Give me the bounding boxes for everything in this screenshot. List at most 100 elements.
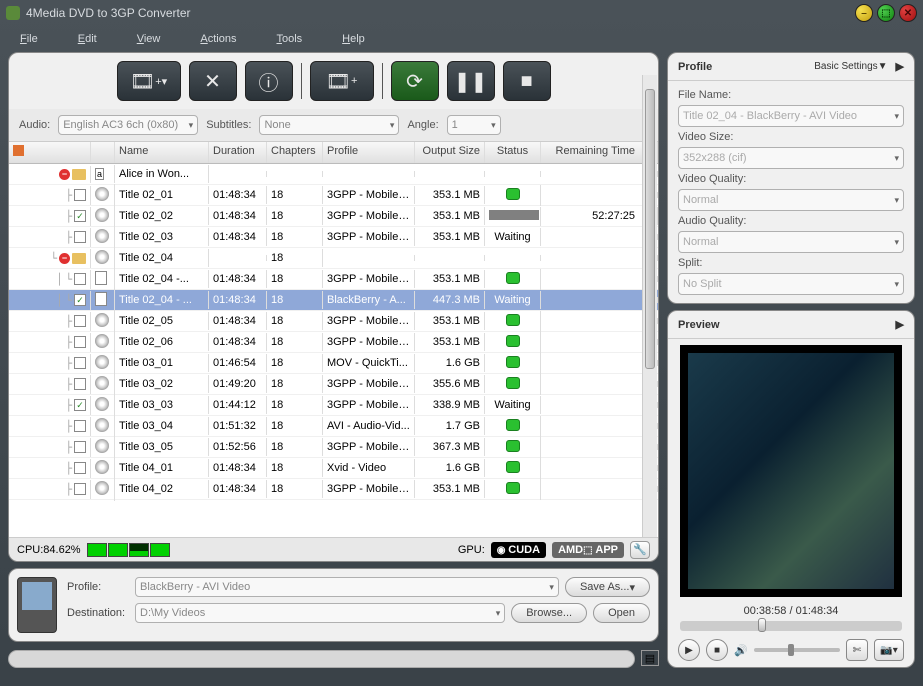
close-button[interactable]: ✕ xyxy=(899,4,917,22)
settings-icon[interactable]: 🔧 xyxy=(630,541,650,559)
menu-actions[interactable]: Actions xyxy=(200,33,236,45)
checkbox[interactable] xyxy=(74,441,86,453)
videoquality-combo[interactable]: Normal xyxy=(678,189,904,211)
table-row[interactable]: ├Title 02_0101:48:34183GPP - Mobile ...3… xyxy=(9,185,658,206)
checkbox[interactable]: ✓ xyxy=(74,294,86,306)
disc-icon xyxy=(95,460,109,474)
add-file-button[interactable]: 🎞+▾ xyxy=(117,61,181,101)
volume-icon[interactable]: 🔊 xyxy=(734,644,748,657)
cell-profile xyxy=(323,255,415,261)
list-view-icon[interactable]: ▤ xyxy=(641,650,659,666)
camera-button[interactable]: 📷▾ xyxy=(874,639,904,661)
menu-view[interactable]: View xyxy=(137,33,161,45)
preview-expand-icon[interactable]: ▶ xyxy=(896,318,904,331)
col-name[interactable]: Name xyxy=(115,142,209,163)
table-row[interactable]: │ └Title 02_04 -...01:48:34183GPP - Mobi… xyxy=(9,269,658,290)
angle-combo[interactable]: 1 xyxy=(447,115,501,135)
scrollbar[interactable] xyxy=(642,75,657,537)
checkbox[interactable] xyxy=(74,189,86,201)
col-status[interactable]: Status xyxy=(485,142,541,163)
snapshot-button[interactable]: ✄ xyxy=(846,639,868,661)
audio-combo[interactable]: English AC3 6ch (0x80) xyxy=(58,115,198,135)
file-list[interactable]: −aAlice in Won...├Title 02_0101:48:34183… xyxy=(9,164,658,537)
seek-knob[interactable] xyxy=(758,618,766,632)
info-button[interactable]: ⓘ xyxy=(245,61,293,101)
save-as-button[interactable]: Save As... ▾ xyxy=(565,577,650,597)
table-row[interactable]: ├Title 02_0601:48:34183GPP - Mobile ...3… xyxy=(9,332,658,353)
titlebar[interactable]: 4Media DVD to 3GP Converter – ⬚ ✕ xyxy=(0,0,923,26)
cell-profile: 3GPP - Mobile ... xyxy=(323,207,415,225)
letter-icon: a xyxy=(95,168,104,180)
destination-combo[interactable]: D:\My Videos xyxy=(135,603,505,623)
subtitles-combo[interactable]: None xyxy=(259,115,399,135)
table-row[interactable]: ├Title 03_0101:46:5418MOV - QuickTi...1.… xyxy=(9,353,658,374)
col-chapters[interactable]: Chapters xyxy=(267,142,323,163)
amd-badge[interactable]: AMD⬚ APP xyxy=(552,542,624,558)
table-row[interactable]: │ └✓Title 02_04 - ...01:48:3418BlackBerr… xyxy=(9,290,658,311)
table-row[interactable]: ├✓Title 03_0301:44:12183GPP - Mobile ...… xyxy=(9,395,658,416)
minimize-button[interactable]: – xyxy=(855,4,873,22)
cell-output: 1.6 GB xyxy=(415,354,485,372)
cell-output: 1.6 GB xyxy=(415,459,485,477)
browse-button[interactable]: Browse... xyxy=(511,603,587,623)
convert-button[interactable]: ⟳ xyxy=(391,61,439,101)
table-row[interactable]: ├Title 02_0301:48:34183GPP - Mobile ...3… xyxy=(9,227,658,248)
menu-file[interactable]: File xyxy=(20,33,38,45)
checkbox[interactable] xyxy=(74,357,86,369)
menu-edit[interactable]: Edit xyxy=(78,33,97,45)
table-row[interactable]: ├Title 03_0501:52:56183GPP - Mobile ...3… xyxy=(9,437,658,458)
stop-preview-button[interactable]: ■ xyxy=(706,639,728,661)
table-row[interactable]: └−Title 02_0418 xyxy=(9,248,658,269)
cuda-badge[interactable]: ◉ CUDA xyxy=(491,542,546,558)
checkbox[interactable] xyxy=(74,336,86,348)
table-row[interactable]: ├Title 04_0201:48:34183GPP - Mobile ...3… xyxy=(9,479,658,500)
checkbox[interactable] xyxy=(74,315,86,327)
table-row[interactable]: −aAlice in Won... xyxy=(9,164,658,185)
delete-button[interactable]: ✕ xyxy=(189,61,237,101)
collapse-icon[interactable]: − xyxy=(59,253,70,264)
volume-knob[interactable] xyxy=(788,644,794,656)
col-remaining[interactable]: Remaining Time xyxy=(541,142,658,163)
stop-button[interactable]: ■ xyxy=(503,61,551,101)
table-row[interactable]: ├✓Title 02_0201:48:34183GPP - Mobile ...… xyxy=(9,206,658,227)
table-row[interactable]: ├Title 04_0101:48:3418Xvid - Video1.6 GB xyxy=(9,458,658,479)
checkbox[interactable] xyxy=(74,231,86,243)
open-button[interactable]: Open xyxy=(593,603,650,623)
cell-name: Title 03_02 xyxy=(115,375,209,393)
table-row[interactable]: ├Title 03_0201:49:20183GPP - Mobile ...3… xyxy=(9,374,658,395)
checkbox[interactable] xyxy=(74,378,86,390)
select-all-icon[interactable] xyxy=(13,145,24,156)
col-duration[interactable]: Duration xyxy=(209,142,267,163)
seek-bar[interactable] xyxy=(680,621,902,631)
filename-input[interactable]: Title 02_04 - BlackBerry - AVI Video xyxy=(678,105,904,127)
play-button[interactable]: ▶ xyxy=(678,639,700,661)
checkbox[interactable] xyxy=(74,273,86,285)
preview-video[interactable] xyxy=(680,345,902,597)
table-row[interactable]: ├Title 03_0401:51:3218AVI - Audio-Vid...… xyxy=(9,416,658,437)
collapse-icon[interactable]: − xyxy=(59,169,70,180)
pause-button[interactable]: ❚❚ xyxy=(447,61,495,101)
maximize-button[interactable]: ⬚ xyxy=(877,4,895,22)
add-profile-button[interactable]: 🎞+ xyxy=(310,61,374,101)
checkbox[interactable] xyxy=(74,462,86,474)
disc-icon xyxy=(95,439,109,453)
volume-slider[interactable] xyxy=(754,648,840,652)
checkbox[interactable] xyxy=(74,483,86,495)
col-output[interactable]: Output Size xyxy=(415,142,485,163)
split-combo[interactable]: No Split xyxy=(678,273,904,295)
status-ready-icon xyxy=(506,356,520,368)
cell-name: Title 02_04 - ... xyxy=(115,291,209,309)
checkbox[interactable]: ✓ xyxy=(74,210,86,222)
audioquality-combo[interactable]: Normal xyxy=(678,231,904,253)
scrollbar-thumb[interactable] xyxy=(645,89,655,369)
col-profile[interactable]: Profile xyxy=(323,142,415,163)
videosize-combo[interactable]: 352x288 (cif) xyxy=(678,147,904,169)
expand-icon[interactable]: ▶ xyxy=(896,60,904,73)
table-row[interactable]: ├Title 02_0501:48:34183GPP - Mobile ...3… xyxy=(9,311,658,332)
settings-toggle[interactable]: Basic Settings▼ xyxy=(814,61,887,72)
menu-help[interactable]: Help xyxy=(342,33,365,45)
checkbox[interactable]: ✓ xyxy=(74,399,86,411)
profile-combo[interactable]: BlackBerry - AVI Video xyxy=(135,577,559,597)
checkbox[interactable] xyxy=(74,420,86,432)
menu-tools[interactable]: Tools xyxy=(276,33,302,45)
